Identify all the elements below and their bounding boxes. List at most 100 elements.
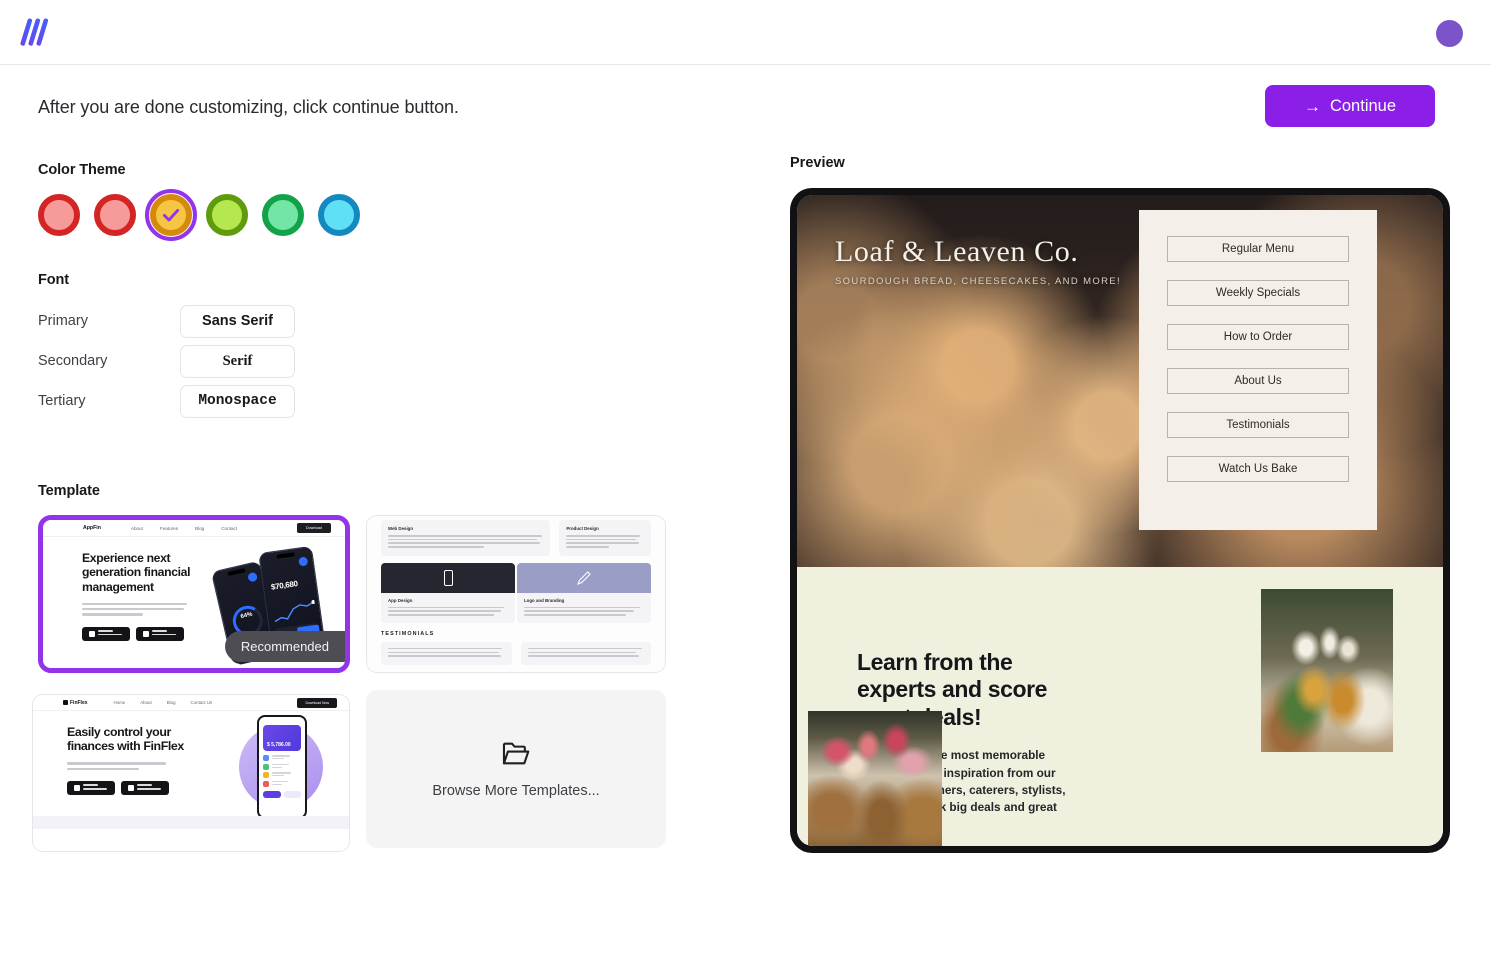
agency-card-logo-branding: Logo and Branding <box>517 562 651 623</box>
agency-preview: Web Design Product Design App Design Log… <box>367 516 665 672</box>
finflex-headline: Easily control your finances with FinFle… <box>67 725 184 754</box>
font-label-primary: Primary <box>38 313 88 329</box>
preview-lower-section: Learn from the experts and score great d… <box>797 567 1443 846</box>
preview-title: Preview <box>790 155 845 171</box>
preview-device-frame: Loaf & Leaven Co. SOURDOUGH BREAD, CHEES… <box>790 188 1450 853</box>
appfin-subtext <box>82 602 187 616</box>
app-store-badge-2 <box>67 780 115 795</box>
app-header <box>0 0 1491 65</box>
menu-button-weekly-specials[interactable]: Weekly Specials <box>1167 280 1349 306</box>
preview-block: Preview Loaf & Leaven Co. SOURDOUGH BREA… <box>790 155 1450 853</box>
agency-top-row: Web Design Product Design <box>381 520 651 556</box>
agency-card-title-3: App Design <box>388 597 413 603</box>
appfin-nav-blog: Blog <box>195 525 205 531</box>
menu-button-testimonials[interactable]: Testimonials <box>1167 412 1349 438</box>
preview-hero: Loaf & Leaven Co. SOURDOUGH BREAD, CHEES… <box>797 195 1443 567</box>
finflex-nav-contact: Contact Us <box>190 700 213 705</box>
template-section: Template AppFin About Features Blog Cont… <box>32 483 666 852</box>
menu-button-how-to-order[interactable]: How to Order <box>1167 324 1349 350</box>
finflex-balance-card: $ 5,786.00 <box>263 725 301 751</box>
template-title: Template <box>38 483 100 499</box>
font-row-secondary: Secondary Serif <box>38 341 295 381</box>
appfin-download-button: Download <box>297 523 331 533</box>
appfin-brand: AppFin <box>83 525 101 531</box>
font-row-primary: Primary Sans Serif <box>38 301 295 341</box>
folder-open-icon <box>501 740 531 772</box>
font-value-secondary[interactable]: Serif <box>180 344 295 378</box>
font-rows: Primary Sans Serif Secondary Serif Terti… <box>38 301 295 421</box>
template-card-finflex[interactable]: FinFlex Home About Blog Contact Us Downl… <box>32 694 350 852</box>
font-value-tertiary[interactable]: Monospace <box>180 384 295 418</box>
color-swatch-red-2[interactable] <box>94 194 136 236</box>
appfin-nav-features: Features <box>159 525 179 531</box>
agency-card-title-4: Logo and Branding <box>524 597 565 603</box>
agency-mid-row: App Design Logo and Branding <box>381 562 651 623</box>
google-play-badge <box>136 626 184 641</box>
finflex-hero: Easily control your finances with FinFle… <box>33 711 349 829</box>
agency-card-product-design: Product Design <box>559 520 651 556</box>
agency-card-app-design: App Design <box>381 562 515 623</box>
appfin-nav-links: About Features Blog Contact <box>131 526 237 531</box>
phone-icon <box>381 562 515 593</box>
pen-tool-icon <box>517 562 651 593</box>
triple-slash-logo[interactable] <box>20 13 60 51</box>
color-swatch-amber[interactable] <box>145 189 197 241</box>
agency-card-web-design: Web Design <box>381 520 551 556</box>
preview-photo-wedding-table <box>808 711 942 846</box>
finflex-brand: FinFlex <box>63 700 88 706</box>
color-theme-title: Color Theme <box>38 162 126 178</box>
agency-testimonials-title: TESTIMONIALS <box>381 630 435 637</box>
finflex-nav: FinFlex Home About Blog Contact Us Downl… <box>33 695 349 711</box>
color-swatch-green[interactable] <box>262 194 304 236</box>
finflex-nav-links: Home About Blog Contact Us <box>114 700 213 705</box>
app-store-badge <box>82 626 130 641</box>
sparkline-chart <box>274 600 316 623</box>
browse-more-label: Browse More Templates... <box>432 782 600 799</box>
template-card-appfin[interactable]: AppFin About Features Blog Contact Downl… <box>38 515 350 673</box>
preview-hero-text: Loaf & Leaven Co. SOURDOUGH BREAD, CHEES… <box>835 235 1121 287</box>
continue-button-label: Continue <box>1329 96 1397 115</box>
appfin-nav-about: About <box>130 525 143 531</box>
preview-photo-candles <box>1261 589 1393 752</box>
preview-screen: Loaf & Leaven Co. SOURDOUGH BREAD, CHEES… <box>797 195 1443 846</box>
template-card-agency[interactable]: Web Design Product Design App Design Log… <box>366 515 666 673</box>
appfin-nav-contact: Contact <box>221 525 238 531</box>
menu-button-watch-us-bake[interactable]: Watch Us Bake <box>1167 456 1349 482</box>
agency-testimonial-row <box>381 641 651 665</box>
appfin-phone-amount: $70,680 <box>270 579 299 592</box>
main-content: Color Theme Font Primary Sans Serif Seco… <box>0 155 1491 960</box>
color-swatch-red[interactable] <box>38 194 80 236</box>
instruction-text: After you are done customizing, click co… <box>38 97 459 117</box>
agency-card-title-1: Web Design <box>388 526 414 531</box>
finflex-preview: FinFlex Home About Blog Contact Us Downl… <box>33 695 349 851</box>
continue-button[interactable]: → Continue <box>1265 85 1435 127</box>
appfin-nav: AppFin About Features Blog Contact Downl… <box>43 520 345 537</box>
instruction-bar: After you are done customizing, click co… <box>0 65 1491 155</box>
menu-button-about-us[interactable]: About Us <box>1167 368 1349 394</box>
preview-site-tagline: SOURDOUGH BREAD, CHEESECAKES, AND MORE! <box>835 276 1121 287</box>
color-swatch-lime[interactable] <box>206 194 248 236</box>
finflex-brand-label: FinFlex <box>70 699 88 706</box>
font-section: Font Primary Sans Serif Secondary Serif … <box>38 272 295 421</box>
finflex-logo-icon <box>63 700 68 705</box>
font-value-primary[interactable]: Sans Serif <box>180 304 295 338</box>
check-icon <box>162 209 180 222</box>
finflex-subtext <box>67 762 167 770</box>
testimonial-2 <box>520 641 651 665</box>
recommended-badge: Recommended <box>224 631 345 662</box>
template-grid: AppFin About Features Blog Contact Downl… <box>32 515 666 852</box>
google-play-badge-2 <box>121 780 169 795</box>
font-row-tertiary: Tertiary Monospace <box>38 381 295 421</box>
color-swatch-cyan[interactable] <box>318 194 360 236</box>
user-avatar[interactable] <box>1436 20 1463 47</box>
finflex-phone-mockup: $ 5,786.00 <box>257 715 307 819</box>
color-theme-section: Color Theme <box>38 162 360 241</box>
finflex-download-button: Download Now <box>297 697 337 708</box>
font-label-secondary: Secondary <box>38 353 108 369</box>
finflex-nav-home: Home <box>113 700 126 705</box>
preview-panel: Preview Loaf & Leaven Co. SOURDOUGH BREA… <box>760 155 1491 960</box>
appfin-headline: Experience next generation financial man… <box>82 551 191 594</box>
browse-more-templates-button[interactable]: Browse More Templates... <box>366 690 666 848</box>
agency-card-title-2: Product Design <box>566 526 599 531</box>
menu-button-regular-menu[interactable]: Regular Menu <box>1167 236 1349 262</box>
